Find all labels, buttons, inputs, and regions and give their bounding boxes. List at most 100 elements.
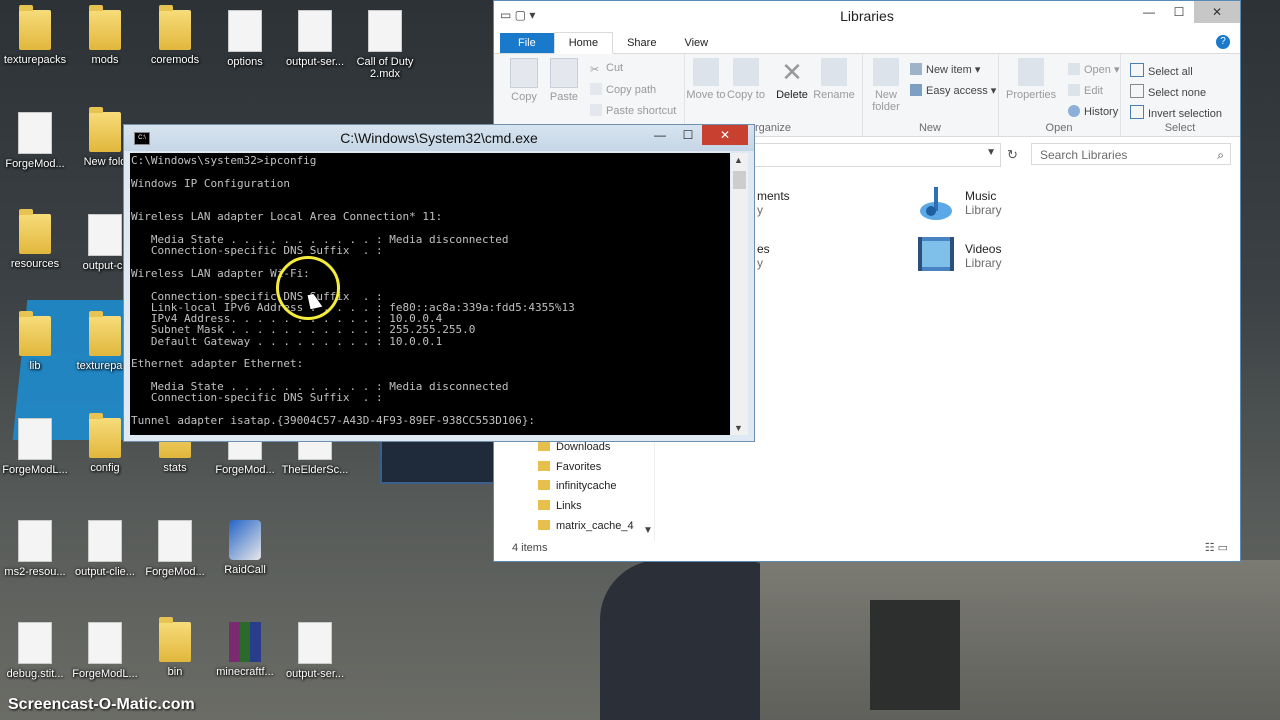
maximize-icon[interactable]: ☐ — [674, 125, 702, 145]
desktop-icon[interactable]: options — [210, 10, 280, 68]
edit-button[interactable]: Edit — [1068, 84, 1103, 97]
copy-path-label: Copy path — [606, 84, 657, 96]
copy-button[interactable]: Copy — [502, 58, 546, 103]
select-all-button[interactable]: Select all — [1130, 63, 1193, 78]
history-button[interactable]: History — [1068, 105, 1118, 118]
wallpaper-shape — [760, 560, 1280, 720]
move-to-button[interactable]: Move to — [684, 58, 728, 101]
desktop-icon[interactable]: bin — [140, 617, 210, 678]
properties-label: Properties — [1006, 89, 1057, 101]
scroll-up-icon[interactable]: ▲ — [734, 155, 743, 165]
paste-shortcut-button[interactable]: Paste shortcut — [590, 104, 676, 117]
desktop-icon[interactable]: resources — [0, 209, 70, 270]
details-view-icon[interactable]: ☷ ▭ — [1205, 541, 1228, 554]
address-bar[interactable]: ▼ — [749, 143, 1001, 167]
desktop-icon[interactable]: output-ser... — [280, 622, 350, 680]
edit-icon — [1068, 84, 1080, 96]
folder-icon — [538, 500, 550, 510]
paste-button[interactable]: Paste — [542, 58, 586, 103]
select-none-label: Select none — [1148, 87, 1207, 99]
delete-button[interactable]: ✕ Delete — [770, 58, 814, 101]
vertical-scrollbar[interactable]: ▲ ▼ — [731, 153, 748, 435]
search-icon[interactable]: ⌕ — [1217, 144, 1224, 166]
paste-shortcut-icon — [590, 104, 602, 116]
rename-button[interactable]: Rename — [812, 58, 856, 101]
console-output-area[interactable]: C:\Windows\system32>ipconfig Windows IP … — [130, 153, 730, 435]
copy-label: Copy — [511, 91, 537, 103]
maximize-icon[interactable]: ☐ — [1164, 1, 1194, 23]
new-item-button[interactable]: New item ▾ — [910, 63, 980, 76]
desktop-icon[interactable]: debug.stit... — [0, 622, 70, 680]
desktop-icon[interactable]: coremods — [140, 5, 210, 66]
desktop-icon[interactable]: Call of Duty 2.mdx — [350, 10, 420, 80]
close-icon[interactable]: ✕ — [702, 125, 748, 145]
paste-shortcut-label: Paste shortcut — [606, 105, 677, 117]
close-icon[interactable]: ✕ — [1194, 1, 1240, 23]
nav-item-downloads[interactable]: Downloads — [538, 441, 610, 453]
library-type: y — [757, 256, 763, 270]
library-music[interactable]: Music Library — [965, 189, 1002, 217]
item-count: 4 items — [512, 542, 548, 554]
nav-item-label: Links — [556, 500, 582, 512]
folder-icon — [538, 520, 550, 530]
desktop-icon-label: TheElderSc... — [281, 464, 349, 476]
scroll-down-icon[interactable]: ▼ — [734, 423, 743, 433]
library-videos[interactable]: Videos Library — [965, 242, 1002, 270]
desktop-icon[interactable]: ForgeModL... — [70, 622, 140, 680]
file-icon — [88, 520, 122, 562]
desktop-icon[interactable]: ForgeMod... — [0, 112, 70, 170]
properties-button[interactable]: Properties — [1006, 58, 1056, 101]
desktop-icon[interactable]: ForgeModL... — [0, 418, 70, 476]
tab-view[interactable]: View — [670, 33, 722, 53]
refresh-icon[interactable]: ↻ — [1007, 147, 1018, 163]
desktop-icon[interactable]: lib — [0, 311, 70, 372]
tab-home[interactable]: Home — [553, 32, 614, 54]
search-placeholder: Search Libraries — [1040, 148, 1128, 162]
help-icon[interactable]: ? — [1216, 35, 1230, 49]
chevron-down-icon[interactable]: ▼ — [986, 147, 996, 158]
tab-file[interactable]: File — [500, 33, 554, 53]
desktop-icon[interactable]: output-ser... — [280, 10, 350, 68]
open-icon — [1068, 63, 1080, 75]
folder-icon — [89, 107, 121, 152]
cut-button[interactable]: ✂ Cut — [590, 62, 623, 76]
folder-icon — [538, 461, 550, 471]
nav-item-matrix-cache[interactable]: matrix_cache_4 — [538, 520, 634, 532]
search-input[interactable]: Search Libraries ⌕ — [1031, 143, 1231, 165]
copy-to-icon — [733, 58, 759, 86]
watermark: Screencast-O-Matic.com — [8, 696, 195, 713]
desktop-icon[interactable]: RaidCall — [210, 520, 280, 576]
cmd-window[interactable]: C:\ C:\Windows\System32\cmd.exe — ☐ ✕ C:… — [123, 124, 755, 442]
copy-path-button[interactable]: Copy path — [590, 83, 656, 96]
open-button[interactable]: Open ▾ — [1068, 63, 1120, 76]
library-documents[interactable]: ments y — [757, 189, 790, 217]
library-pictures[interactable]: es y — [757, 242, 770, 270]
desktop-icon[interactable]: ms2-resou... — [0, 520, 70, 578]
desktop-icon[interactable]: mods — [70, 5, 140, 66]
minimize-icon[interactable]: — — [1134, 1, 1164, 23]
scrollbar-thumb[interactable] — [733, 171, 746, 189]
folder-icon — [538, 480, 550, 490]
nav-item-infinitycache[interactable]: infinitycache — [538, 480, 617, 492]
nav-item-favorites[interactable]: Favorites — [538, 461, 601, 473]
folder-icon — [159, 617, 191, 662]
cmd-titlebar[interactable]: C:\ C:\Windows\System32\cmd.exe — ☐ ✕ — [124, 125, 754, 151]
minimize-icon[interactable]: — — [646, 125, 674, 145]
wallpaper-shape — [870, 600, 960, 710]
invert-selection-button[interactable]: Invert selection — [1130, 105, 1222, 120]
desktop-icon[interactable]: minecraftf... — [210, 622, 280, 678]
desktop-icon-label: output-ser... — [285, 56, 345, 68]
videos-library-icon — [914, 233, 958, 277]
new-folder-button[interactable]: New folder — [864, 58, 908, 113]
easy-access-button[interactable]: Easy access ▾ — [910, 84, 996, 97]
nav-item-links[interactable]: Links — [538, 500, 582, 512]
library-name: Videos — [965, 242, 1002, 256]
select-none-button[interactable]: Select none — [1130, 84, 1206, 99]
scroll-down-icon[interactable]: ▼ — [643, 525, 653, 536]
explorer-titlebar[interactable]: ▭ ▢ ▾ Libraries — ☐ ✕ — [494, 1, 1240, 31]
copy-to-button[interactable]: Copy to — [724, 58, 768, 101]
desktop-icon[interactable]: output-clie... — [70, 520, 140, 578]
desktop-icon[interactable]: texturepacks — [0, 5, 70, 66]
desktop-icon[interactable]: ForgeMod... — [140, 520, 210, 578]
tab-share[interactable]: Share — [613, 33, 670, 53]
